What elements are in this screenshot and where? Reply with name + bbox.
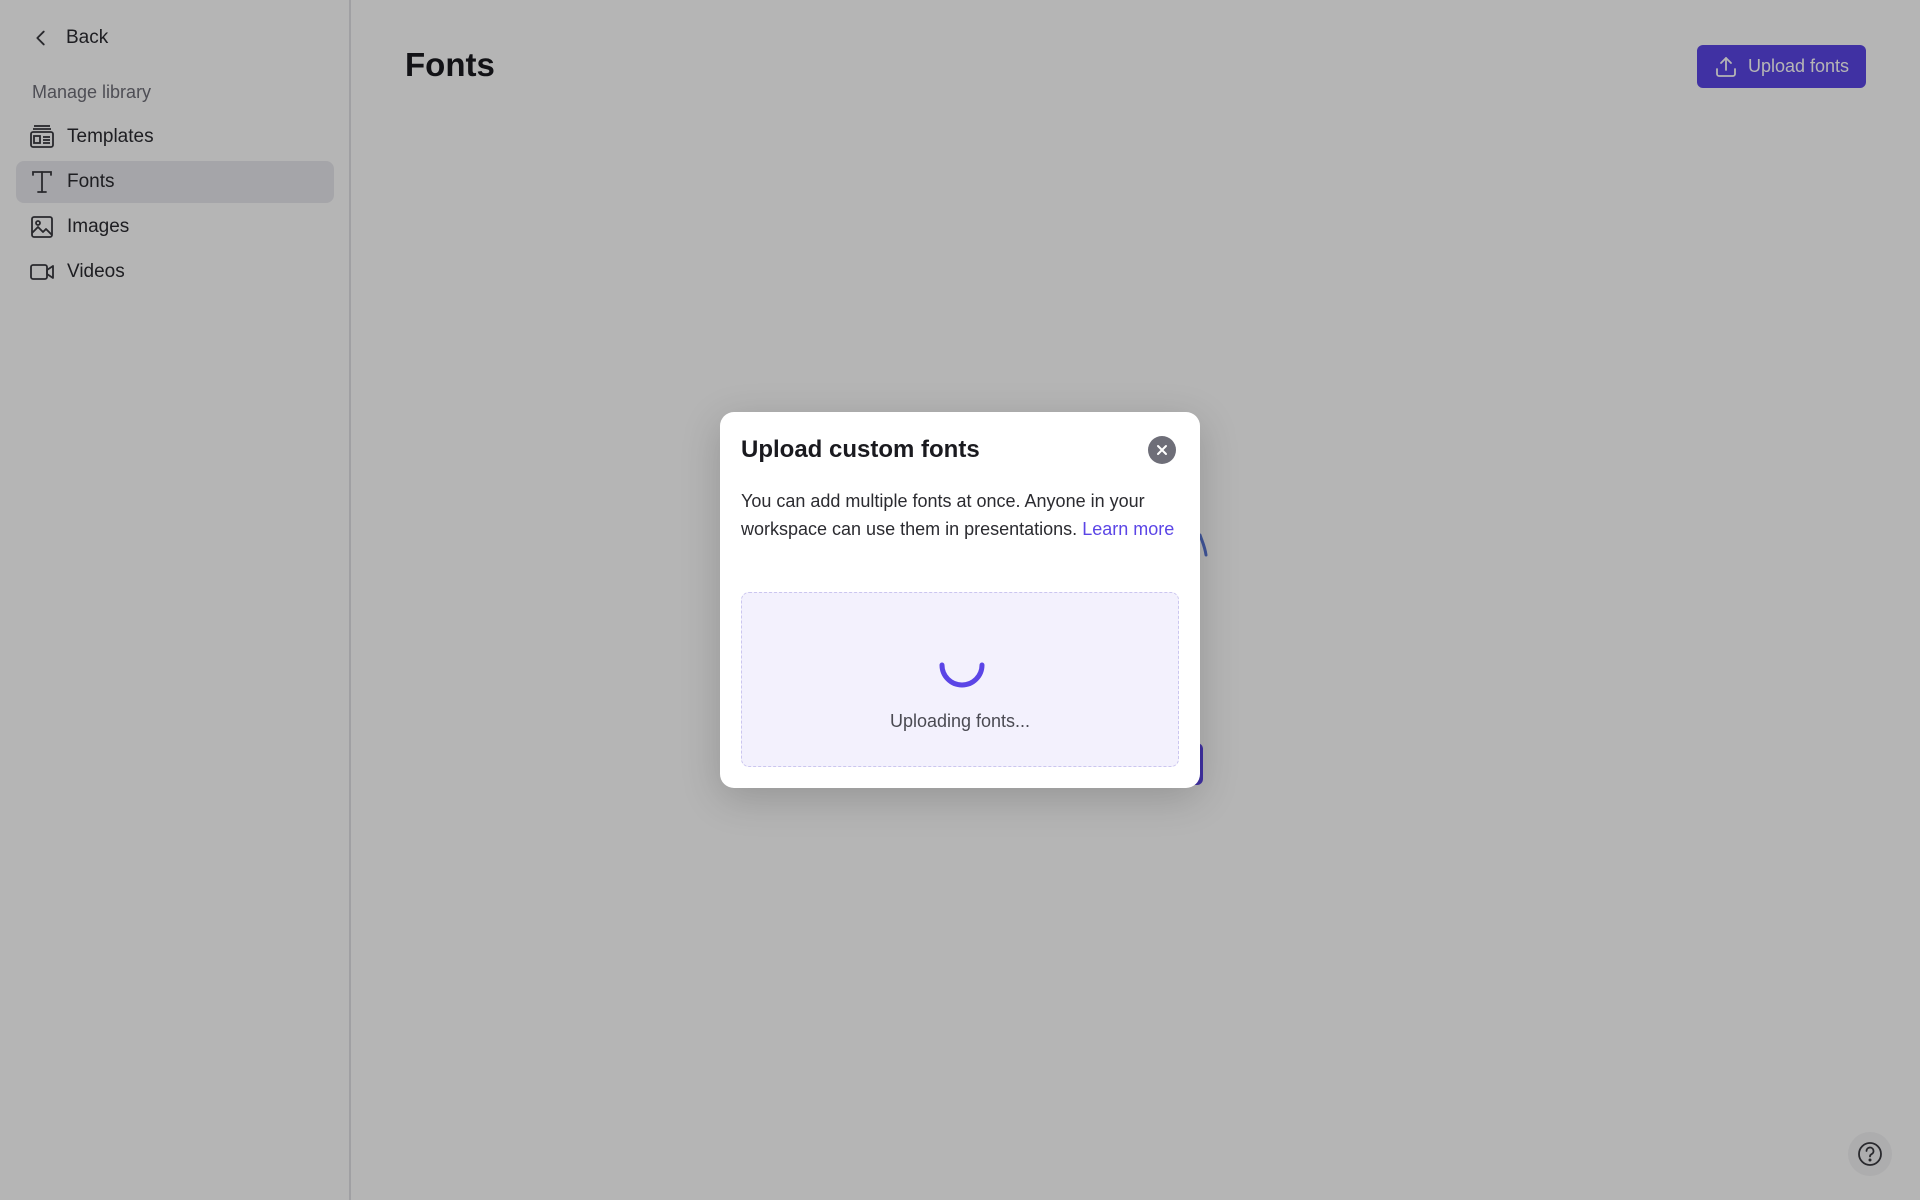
dialog-description: You can add multiple fonts at once. Anyo… xyxy=(741,487,1181,543)
learn-more-link[interactable]: Learn more xyxy=(1082,519,1174,539)
upload-status: Uploading fonts... xyxy=(889,711,1031,731)
upload-fonts-dialog: Upload custom fonts You can add multiple… xyxy=(720,412,1200,788)
dialog-title: Upload custom fonts xyxy=(741,436,980,463)
close-icon xyxy=(1157,445,1167,455)
close-button[interactable] xyxy=(1148,436,1176,464)
loading-spinner-icon xyxy=(939,662,985,688)
font-dropzone[interactable]: Uploading fonts... xyxy=(741,592,1179,767)
